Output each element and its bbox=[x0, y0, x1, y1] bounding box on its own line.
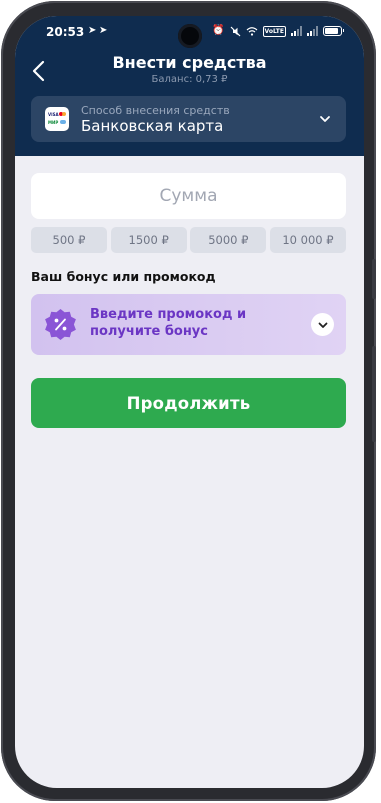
paypass-icon bbox=[60, 120, 66, 124]
bonus-section-label: Ваш бонус или промокод bbox=[31, 269, 216, 284]
status-time: 20:53 bbox=[46, 25, 85, 39]
telegram-icon: ➤ bbox=[99, 25, 108, 36]
bank-card-logo: VISA МИР bbox=[45, 107, 69, 131]
quick-amount-5000[interactable]: 5000 ₽ bbox=[190, 227, 267, 253]
payment-method-label: Способ внесения средств bbox=[81, 104, 230, 117]
battery-icon bbox=[323, 26, 344, 36]
quick-amount-500[interactable]: 500 ₽ bbox=[31, 227, 107, 253]
chevron-down-icon bbox=[320, 116, 330, 122]
screen: 20:53 ➤ ➤ ⏰ VoLTE Внести средства Баланс… bbox=[15, 16, 364, 788]
quick-amount-1500[interactable]: 1500 ₽ bbox=[110, 227, 187, 253]
alarm-icon: ⏰ bbox=[212, 25, 225, 36]
promo-code-panel[interactable]: Введите промокод и получите бонус bbox=[31, 294, 346, 355]
quick-amounts: 500 ₽ 1500 ₽ 5000 ₽ 10 000 ₽ bbox=[31, 227, 346, 253]
header: 20:53 ➤ ➤ ⏰ VoLTE Внести средства Баланс… bbox=[15, 16, 364, 156]
discount-badge-icon bbox=[45, 309, 76, 340]
visa-logo-text: VISA bbox=[48, 112, 59, 117]
page-title: Внести средства bbox=[112, 53, 267, 72]
status-bar: 20:53 ➤ ➤ ⏰ VoLTE bbox=[15, 16, 364, 50]
amount-input[interactable] bbox=[31, 173, 346, 219]
payment-method-value: Банковская карта bbox=[81, 117, 224, 135]
signal-icon bbox=[307, 26, 318, 36]
status-indicators: ⏰ VoLTE bbox=[212, 25, 344, 37]
wifi-icon bbox=[246, 27, 257, 36]
phone-frame: 20:53 ➤ ➤ ⏰ VoLTE Внести средства Баланс… bbox=[1, 1, 376, 801]
mir-logo-text: МИР bbox=[48, 120, 59, 125]
battery-level bbox=[325, 28, 338, 34]
volume-button bbox=[372, 259, 376, 299]
front-camera bbox=[178, 24, 202, 48]
continue-button[interactable]: Продолжить bbox=[31, 378, 346, 428]
mute-icon bbox=[230, 26, 240, 36]
signal-icon bbox=[291, 26, 302, 36]
quick-amount-10000[interactable]: 10 000 ₽ bbox=[269, 227, 346, 253]
payment-method-select[interactable]: VISA МИР Способ внесения средств Банковс… bbox=[31, 96, 346, 142]
promo-code-text: Введите промокод и получите бонус bbox=[90, 307, 247, 339]
power-button bbox=[372, 346, 376, 442]
chevron-down-icon bbox=[318, 322, 327, 328]
promo-expand-button[interactable] bbox=[311, 313, 334, 336]
balance-text: Баланс: 0,73 ₽ bbox=[151, 74, 228, 85]
telegram-icon: ➤ bbox=[88, 25, 97, 36]
volte-icon: VoLTE bbox=[262, 25, 286, 37]
mastercard-icon bbox=[59, 112, 66, 116]
